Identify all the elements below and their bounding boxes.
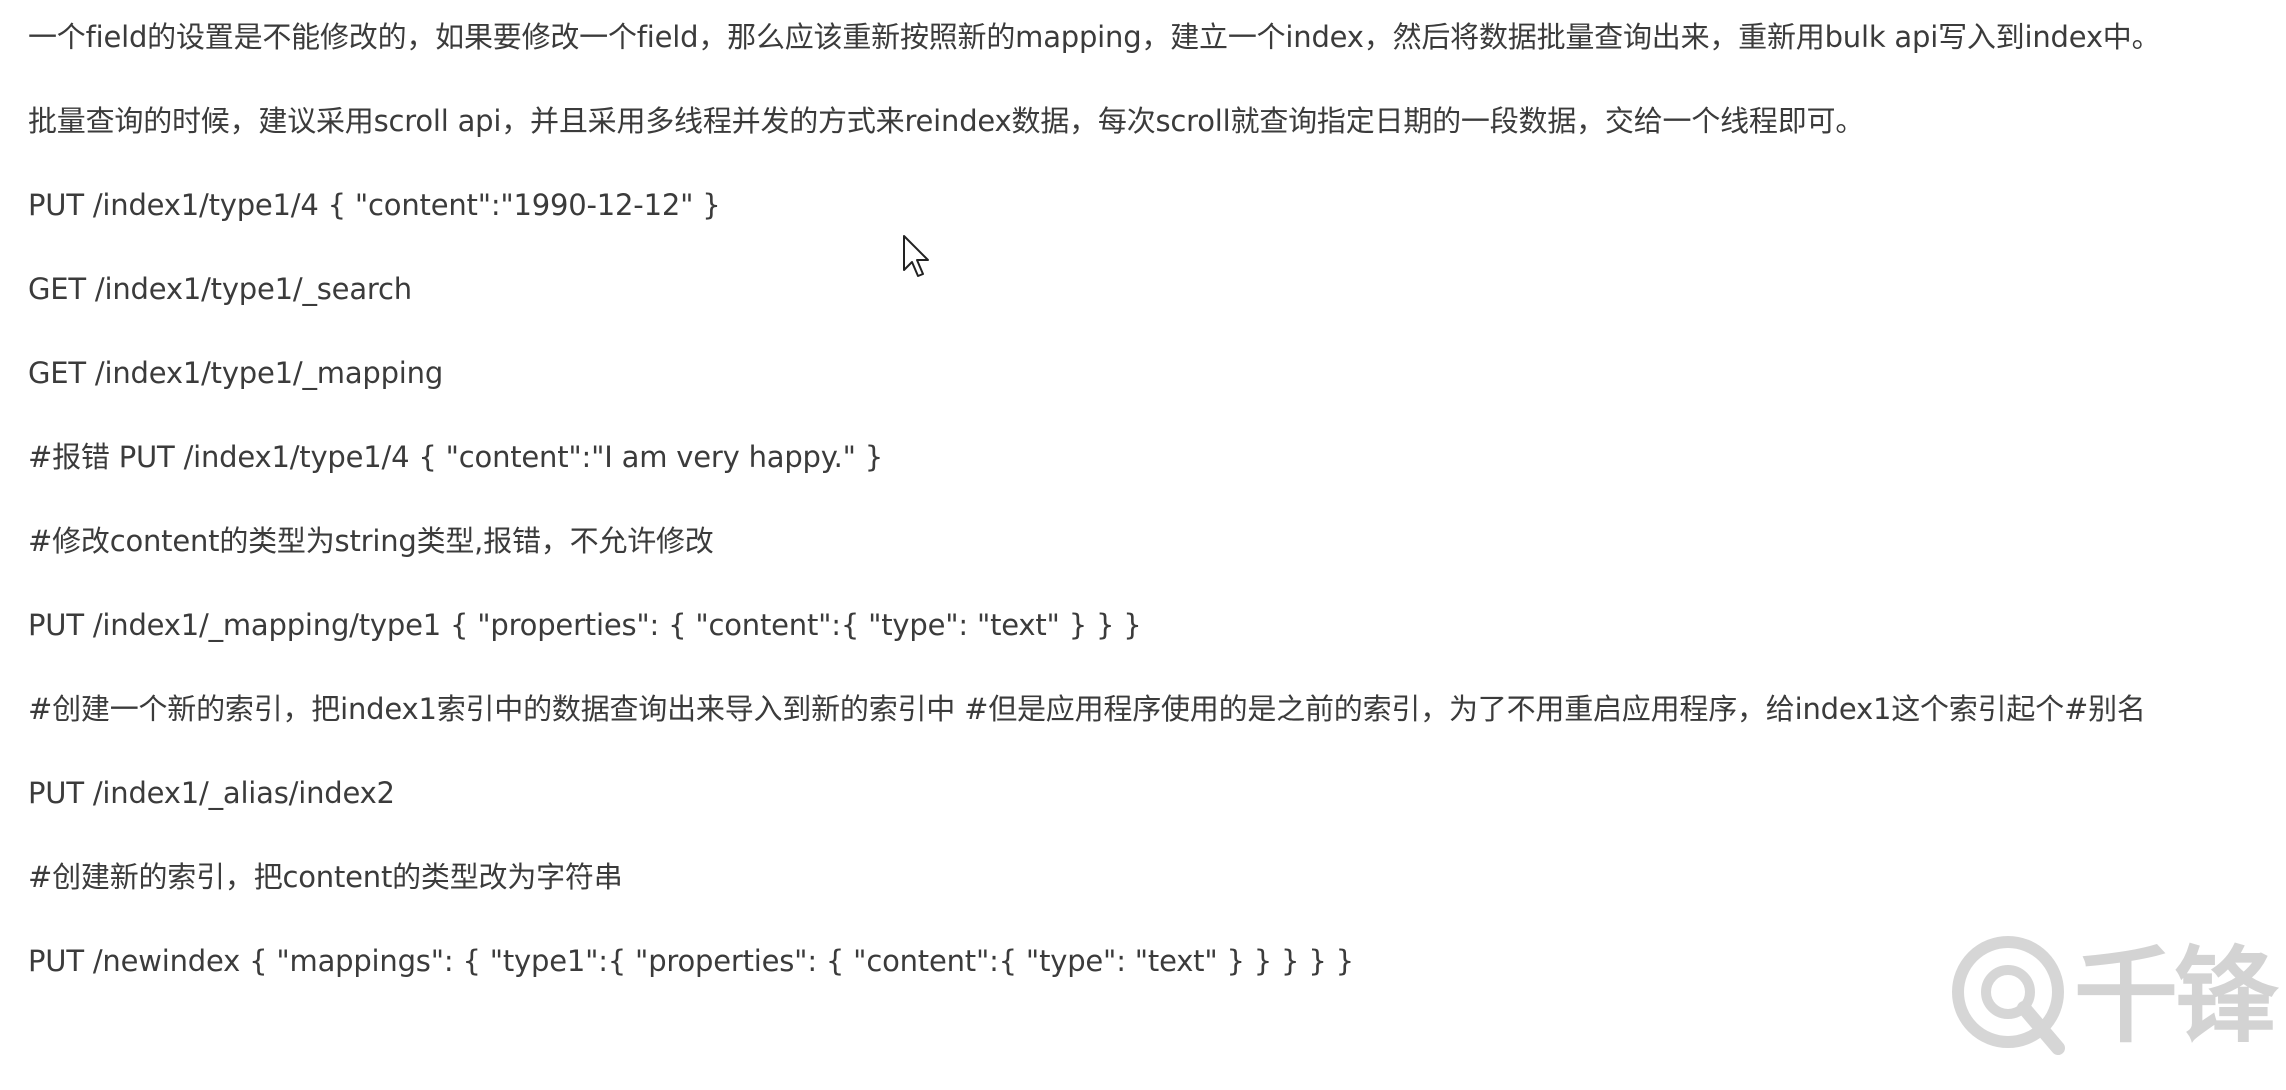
code-line-error-put: #报错 PUT /index1/type1/4 { "content":"I a… [28, 440, 883, 474]
comment-create-new-index: #创建新的索引，把content的类型改为字符串 [28, 860, 623, 894]
paragraph-scroll-advice: 批量查询的时候，建议采用scroll api，并且采用多线程并发的方式来rein… [28, 104, 1865, 138]
code-line-put-mapping: PUT /index1/_mapping/type1 { "properties… [28, 608, 1142, 642]
document-body: 一个field的设置是不能修改的，如果要修改一个field，那么应该重新按照新的… [28, 14, 2228, 984]
code-line-get-search: GET /index1/type1/_search [28, 272, 412, 306]
comment-create-index-alias: #创建一个新的索引，把index1索引中的数据查询出来导入到新的索引中 #但是应… [28, 692, 2146, 726]
code-line-put-newindex: PUT /newindex { "mappings": { "type1":{ … [28, 944, 1354, 978]
watermark-text: 千锋 [2074, 935, 2278, 1057]
code-line-get-mapping: GET /index1/type1/_mapping [28, 356, 444, 390]
watermark: 千锋 [1946, 930, 2286, 1060]
mouse-pointer-icon [903, 235, 929, 277]
comment-modify-type: #修改content的类型为string类型,报错，不允许修改 [28, 524, 714, 558]
code-line-put-alias: PUT /index1/_alias/index2 [28, 776, 395, 810]
code-line-put-doc: PUT /index1/type1/4 { "content":"1990-12… [28, 188, 721, 222]
paragraph-intro: 一个field的设置是不能修改的，如果要修改一个field，那么应该重新按照新的… [28, 20, 2161, 54]
